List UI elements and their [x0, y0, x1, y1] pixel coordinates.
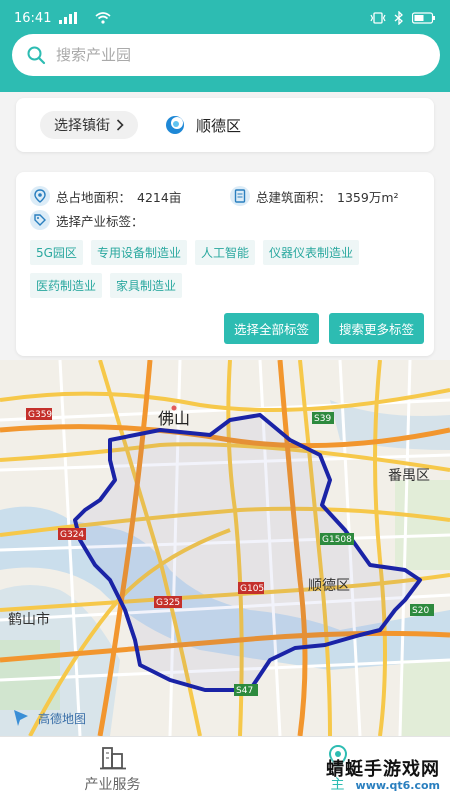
nav-label: 产业服务 — [84, 776, 141, 793]
road-shield-label: G325 — [156, 598, 180, 608]
chevron-right-icon — [116, 119, 124, 131]
status-bar: 16:41 — [0, 0, 450, 36]
tag-list: 5G园区 专用设备制造业 人工智能 仪器仪表制造业 医药制造业 家具制造业 — [30, 240, 420, 298]
bluetooth-icon — [394, 11, 403, 25]
document-icon — [230, 186, 250, 206]
nav-industry-services[interactable]: 产业服务 — [0, 737, 225, 800]
map-canvas[interactable]: 佛山 番禺区 顺德区 鹤山市 G359 S39 G324 G1508 G325 … — [0, 360, 450, 736]
tag-chip[interactable]: 专用设备制造业 — [90, 240, 187, 265]
tag-icon — [30, 210, 50, 230]
park-area — [395, 480, 450, 570]
foshan-marker-icon — [171, 405, 177, 411]
location-pin-icon — [30, 186, 50, 206]
land-area-label: 总占地面积： — [56, 189, 132, 205]
label-foshan: 佛山 — [158, 409, 190, 428]
road-shield-label: S47 — [236, 686, 253, 696]
search-icon — [27, 46, 46, 65]
district-selector[interactable]: 顺德区 — [164, 114, 241, 136]
select-town-button[interactable]: 选择镇街 — [40, 111, 138, 139]
search-input[interactable] — [56, 46, 396, 64]
road-shield-label: G359 — [28, 410, 52, 420]
watermark: 蜻蜓手游戏网 www.qt6.com — [326, 760, 440, 792]
search-more-tags-button[interactable]: 搜索更多标签 — [328, 313, 424, 344]
road-shield-label: S39 — [314, 414, 331, 424]
land-area-value: 4214亩 — [137, 189, 182, 205]
building-area-stat: 总建筑面积： 1359万m² — [230, 186, 399, 206]
land-area-stat: 总占地面积： 4214亩 — [30, 186, 230, 206]
label-shunde: 顺德区 — [308, 578, 350, 594]
town-card: 选择镇街 顺德区 — [16, 98, 434, 152]
tag-chip[interactable]: 仪器仪表制造业 — [262, 240, 359, 265]
building-icon — [99, 746, 126, 769]
tag-chip[interactable]: 家具制造业 — [110, 273, 183, 298]
wifi-icon — [95, 12, 111, 24]
building-area-value: 1359万m² — [337, 189, 399, 205]
label-panyu: 番禺区 — [388, 468, 430, 484]
signal-icon — [59, 12, 78, 24]
select-town-label: 选择镇街 — [54, 118, 110, 134]
battery-icon — [412, 12, 435, 24]
district-logo-icon — [166, 116, 184, 134]
road-shield-label: G105 — [240, 584, 264, 594]
tag-chip[interactable]: 5G园区 — [30, 240, 83, 265]
building-area-label: 总建筑面积： — [256, 189, 332, 205]
map-attribution: 高德地图 — [38, 711, 86, 726]
filter-card: 总占地面积： 4214亩 总建筑面积： 1359万m² 选择产业标签： 5G园区… — [16, 172, 434, 356]
road-shield-label: G324 — [60, 530, 84, 540]
park-area — [400, 660, 450, 736]
tag-chip[interactable]: 医药制造业 — [30, 273, 103, 298]
road-shield-label: S20 — [412, 606, 429, 616]
tags-heading: 选择产业标签： — [30, 208, 420, 232]
header: 16:41 — [0, 0, 450, 92]
tags-label: 选择产业标签： — [56, 213, 144, 229]
watermark-url: www.qt6.com — [355, 778, 440, 792]
watermark-title: 蜻蜓手游戏网 — [326, 759, 440, 780]
tag-chip[interactable]: 人工智能 — [194, 240, 255, 265]
district-name: 顺德区 — [196, 116, 242, 135]
road-shield-label: G1508 — [322, 535, 352, 545]
search-bar[interactable] — [12, 34, 440, 76]
stats-row: 总占地面积： 4214亩 总建筑面积： 1359万m² — [30, 184, 420, 208]
select-all-tags-button[interactable]: 选择全部标签 — [223, 313, 319, 344]
status-time: 16:41 — [14, 10, 52, 26]
map-view[interactable]: 佛山 番禺区 顺德区 鹤山市 G359 S39 G324 G1508 G325 … — [0, 360, 450, 736]
vibrate-icon — [370, 12, 386, 24]
label-heshan: 鹤山市 — [8, 611, 50, 628]
tag-actions: 选择全部标签 搜索更多标签 — [223, 313, 424, 344]
